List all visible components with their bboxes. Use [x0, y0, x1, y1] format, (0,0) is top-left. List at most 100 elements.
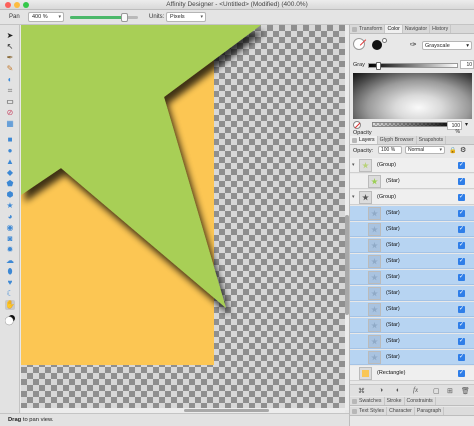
new-layer-icon[interactable]: ⊞	[447, 387, 453, 395]
layer-row[interactable]: (Star) ✓	[350, 350, 474, 365]
layer-row[interactable]: (Star) ✓	[350, 334, 474, 349]
layer-row[interactable]: (Star) ✓	[350, 286, 474, 301]
layer-row[interactable]: (Star) ✓	[350, 174, 474, 189]
gray-slider-knob[interactable]	[376, 62, 381, 70]
panel-collapse-icon[interactable]	[352, 409, 357, 414]
layer-name: (Rectangle)	[377, 370, 406, 376]
layer-visibility-checkbox[interactable]: ✓	[458, 322, 465, 329]
effects-icon[interactable]: fx	[413, 386, 418, 394]
cog-tool-icon[interactable]: ✹	[5, 245, 15, 255]
tab-color[interactable]: Color	[385, 25, 403, 33]
rectangle-tool-icon[interactable]: ■	[5, 135, 15, 145]
layer-visibility-checkbox[interactable]: ✓	[458, 306, 465, 313]
layer-visibility-checkbox[interactable]: ✓	[458, 210, 465, 217]
tab-glyph-browser[interactable]: Glyph Browser	[378, 136, 417, 144]
polygon-tool-icon[interactable]: ⬢	[5, 190, 15, 200]
layer-options-icon[interactable]: ⌘	[358, 387, 365, 395]
layer-row[interactable]: (Star) ✓	[350, 270, 474, 285]
layer-visibility-checkbox[interactable]: ✓	[458, 258, 465, 265]
chevron-down-icon[interactable]: ▾	[465, 121, 468, 128]
layer-row[interactable]: ▾ (Group) ✓	[350, 190, 474, 205]
tab-stroke[interactable]: Stroke	[385, 397, 405, 405]
layer-visibility-checkbox[interactable]: ✓	[458, 162, 465, 169]
layer-thumbnail	[359, 191, 372, 204]
layer-visibility-checkbox[interactable]: ✓	[458, 178, 465, 185]
fill-stroke-wells[interactable]	[5, 313, 15, 327]
disclosure-triangle-icon[interactable]: ▾	[352, 162, 355, 168]
node-tool-icon[interactable]: ↖	[5, 42, 15, 52]
place-tool-icon[interactable]: ▦	[5, 119, 15, 129]
color-opacity-field[interactable]: 100 %	[447, 121, 462, 135]
ellipse-tool-icon[interactable]: ●	[5, 146, 15, 156]
crescent-tool-icon[interactable]: ☾	[5, 289, 15, 299]
star-tool-icon[interactable]: ★	[5, 201, 15, 211]
layer-opacity-field[interactable]: 100 %	[378, 146, 402, 154]
gray-slider[interactable]	[368, 62, 458, 70]
lock-icon[interactable]: 🔒	[449, 147, 456, 154]
layer-visibility-checkbox[interactable]: ✓	[458, 370, 465, 377]
star-thumb-icon	[371, 258, 378, 265]
add-layer-icon[interactable]: ▢	[433, 387, 440, 395]
triangle-tool-icon[interactable]: ▲	[5, 157, 15, 167]
swap-colors-icon[interactable]	[382, 38, 387, 43]
artboard-tool-icon[interactable]: ▭	[5, 97, 15, 107]
blend-mode-select[interactable]: Normal ▾	[405, 146, 445, 154]
callout-tool-icon[interactable]: ◙	[5, 234, 15, 244]
layer-visibility-checkbox[interactable]: ✓	[458, 354, 465, 361]
layer-row[interactable]: (Rectangle) ✓	[350, 366, 474, 381]
layer-visibility-checkbox[interactable]: ✓	[458, 194, 465, 201]
layer-visibility-checkbox[interactable]: ✓	[458, 274, 465, 281]
panel-collapse-icon[interactable]	[352, 399, 357, 404]
tab-paragraph[interactable]: Paragraph	[415, 407, 445, 415]
layer-visibility-checkbox[interactable]: ✓	[458, 338, 465, 345]
disclosure-triangle-icon[interactable]: ▾	[352, 194, 355, 200]
layer-visibility-checkbox[interactable]: ✓	[458, 242, 465, 249]
layer-row[interactable]: ▾ (Group) ✓	[350, 158, 474, 173]
donut-tool-icon[interactable]: ◉	[5, 223, 15, 233]
tab-navigator[interactable]: Navigator	[403, 25, 431, 33]
stroke-color-well[interactable]	[372, 40, 382, 50]
canvas[interactable]	[21, 25, 345, 410]
layer-visibility-checkbox[interactable]: ✓	[458, 226, 465, 233]
units-select[interactable]: Pixels ▾	[166, 12, 206, 22]
horizontal-scroll-thumb[interactable]	[184, 409, 269, 412]
zoom-field[interactable]: 400 % ▾	[28, 12, 64, 22]
trash-icon[interactable]: 🗑	[461, 387, 470, 395]
heart-tool-icon[interactable]: ♥	[5, 278, 15, 288]
diamond-tool-icon[interactable]: ◆	[5, 168, 15, 178]
tab-snapshots[interactable]: Snapshots	[417, 136, 447, 144]
pie-tool-icon[interactable]: ◕	[5, 212, 15, 222]
zoom-slider-knob[interactable]	[121, 13, 129, 22]
layer-row[interactable]: (Star) ✓	[350, 254, 474, 269]
panel-collapse-icon[interactable]	[352, 27, 357, 32]
mask-icon[interactable]: ◑	[379, 387, 383, 394]
eyedropper-icon[interactable]: ✑	[410, 40, 417, 49]
pen-tool-icon[interactable]: ✒	[5, 53, 15, 63]
adjustments-icon[interactable]: ◐	[396, 387, 400, 394]
pentagon-tool-icon[interactable]: ⬟	[5, 179, 15, 189]
color-spectrum[interactable]	[353, 73, 472, 119]
cloud-tool-icon[interactable]: ☁	[5, 256, 15, 266]
tear-tool-icon[interactable]: ⬮	[5, 267, 15, 277]
color-picker-tool-icon[interactable]: ⊘	[5, 108, 15, 118]
color-mode-select[interactable]: Grayscale ▾	[422, 41, 472, 50]
layer-row[interactable]: (Star) ✓	[350, 222, 474, 237]
gear-icon[interactable]: ⚙	[460, 146, 466, 154]
color-opacity-slider[interactable]	[372, 122, 458, 127]
pencil-tool-icon[interactable]: ✎	[5, 64, 15, 74]
panel-collapse-icon[interactable]	[352, 138, 357, 143]
layer-visibility-checkbox[interactable]: ✓	[458, 290, 465, 297]
layer-row[interactable]: (Star) ✓	[350, 302, 474, 317]
tab-history[interactable]: History	[430, 25, 452, 33]
gray-value-field[interactable]: 10	[460, 60, 474, 69]
layer-row[interactable]: (Star) ✓	[350, 206, 474, 221]
zoom-slider[interactable]	[70, 13, 138, 22]
tab-character[interactable]: Character	[387, 407, 415, 415]
tab-constraints[interactable]: Constraints	[405, 397, 436, 405]
layer-row[interactable]: (Star) ✓	[350, 318, 474, 333]
layer-row[interactable]: (Star) ✓	[350, 238, 474, 253]
fill-tool-icon[interactable]: ◐	[5, 75, 15, 85]
hand-tool-icon[interactable]: ✋	[5, 300, 15, 310]
crop-tool-icon[interactable]: ⌗	[5, 86, 15, 96]
move-tool-icon[interactable]: ➤	[5, 31, 15, 41]
